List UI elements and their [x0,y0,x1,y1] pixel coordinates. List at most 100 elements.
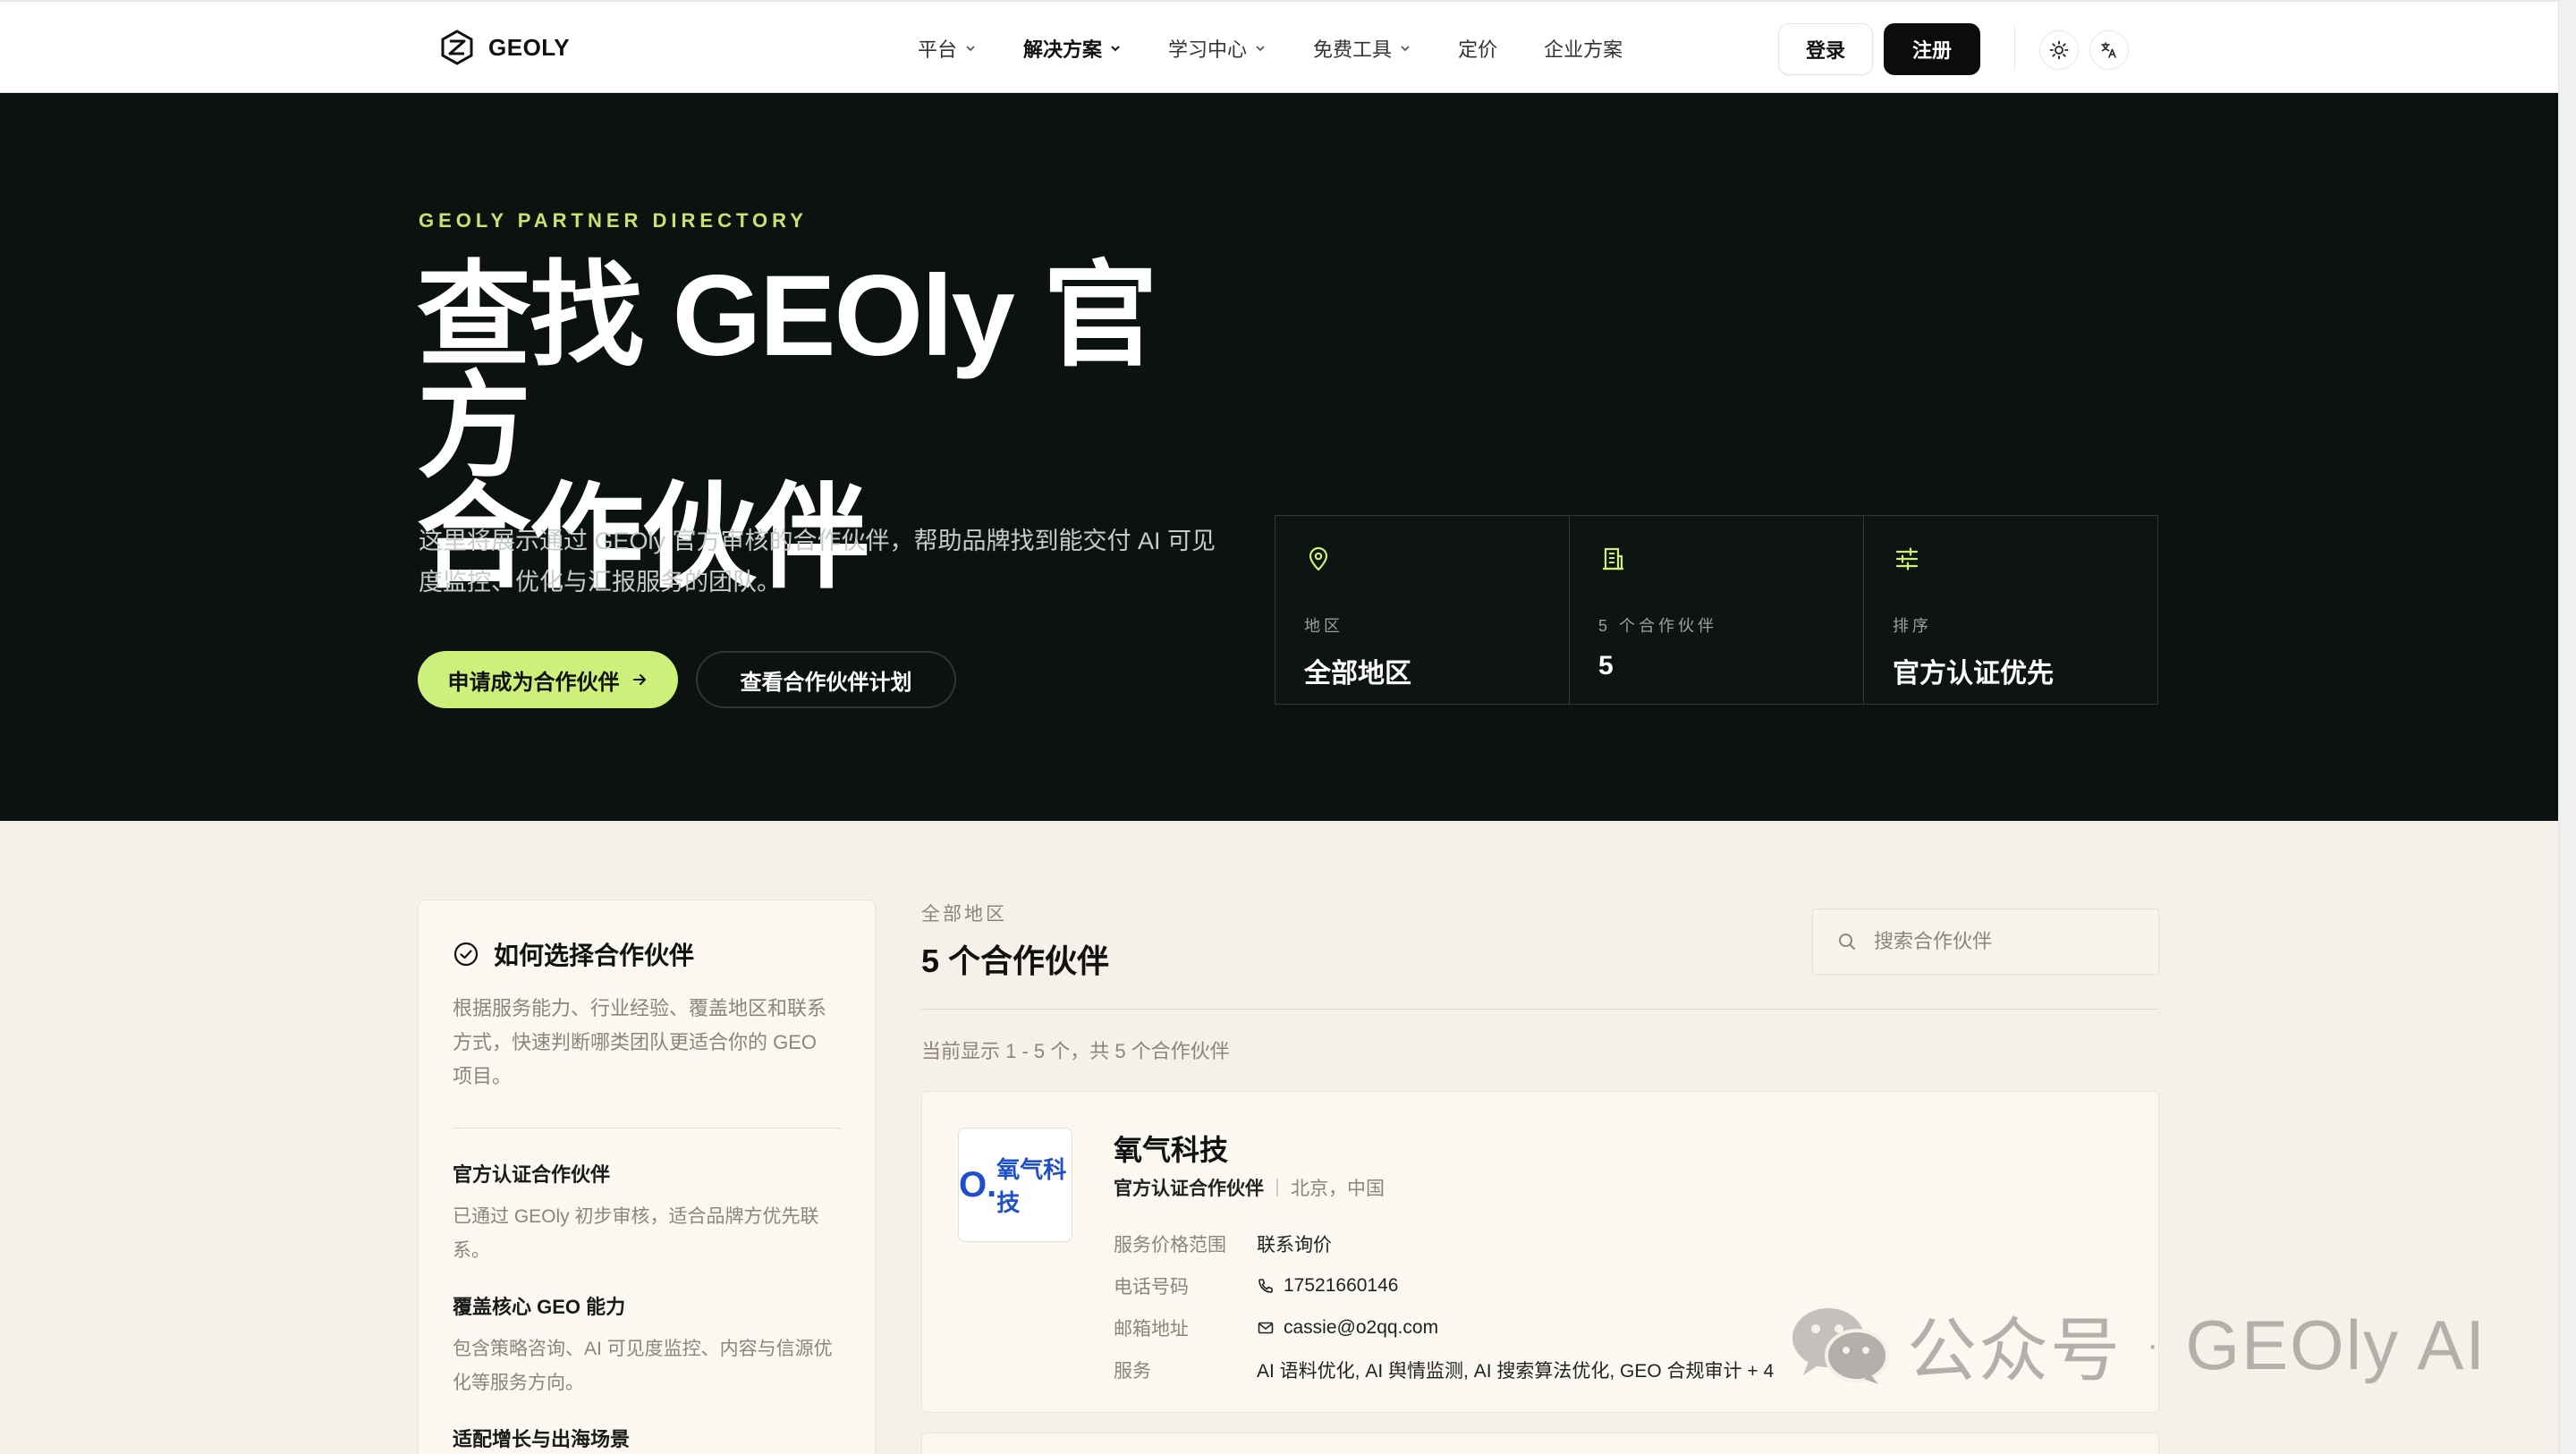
detail-key: 服务价格范围 [1114,1234,1226,1255]
partner-list-section: 全部地区 5 个合作伙伴 当前显示 1 - 5 个，共 5 个合作伙伴 O. 氧… [921,900,2159,1454]
meta-separator [1276,1179,1278,1196]
stat-partner-count: 5 个合作伙伴 5 [1570,516,1864,704]
nav-item-label: 解决方案 [1023,38,1103,61]
nav-item-platform[interactable]: 平台 [918,34,977,63]
nav-item-learning-center[interactable]: 学习中心 [1168,34,1267,63]
detail-row-email: 邮箱地址 cassie@o2qq.com [1114,1306,1774,1348]
list-divider [921,1009,2159,1010]
guide-section-title: 官方认证合作伙伴 [453,1163,611,1186]
logo-text: GEOLY [488,33,571,61]
phone-text: 17521660146 [1284,1274,1399,1296]
stat-label: 5 个合作伙伴 [1598,617,1718,635]
nav-item-label: 平台 [918,38,958,61]
map-pin-icon [1309,546,1328,571]
chevron-down-icon [1256,46,1265,52]
partner-logo: O. 氧气科技 [958,1128,1072,1242]
partner-meta: 官方认证合作伙伴 北京，中国 [1114,1174,1385,1201]
guide-heading: 如何选择合作伙伴 [453,936,841,972]
partner-search-input[interactable] [1874,930,2142,953]
top-navbar: GEOLY 平台 解决方案 学习中心 免费工具 定价 企业方案 登录 注册 [0,0,2558,93]
nav-item-enterprise[interactable]: 企业方案 [1544,34,1623,63]
apply-partner-label: 申请成为合作伙伴 [447,670,620,695]
page-scrollbar[interactable] [2558,0,2576,1454]
stat-sort[interactable]: 排序 官方认证优先 [1864,516,2157,704]
partner-logo-text: 氧气科技 [996,1156,1067,1216]
detail-value[interactable]: 17521660146 [1257,1275,1398,1297]
geoly-logo-icon [441,30,473,65]
chevron-down-icon [966,46,975,52]
hero-description: 这里将展示通过 GEOly 官方审核的合作伙伴，帮助品牌找到能交付 AI 可见度… [419,528,1216,596]
certification-badge: 官方认证合作伙伴 [1114,1179,1264,1199]
stat-value: 5 [1598,651,1614,681]
nav-divider [2014,27,2015,70]
stat-value: 官方认证优先 [1893,659,2054,689]
watermark-dot: · [2147,1324,2161,1365]
logo[interactable]: GEOLY [438,29,570,66]
watermark: 公众号 · GEOly AI [1789,1295,2487,1395]
detail-row-price: 服务价格范围 联系询价 [1114,1222,1774,1264]
detail-key: 电话号码 [1114,1276,1189,1298]
guide-intro: 根据服务能力、行业经验、覆盖地区和联系方式，快速判断哪类团队更适合你的 GEO … [453,997,827,1087]
nav-item-label: 企业方案 [1544,38,1623,61]
language-toggle-button[interactable] [2089,30,2129,70]
nav-item-label: 定价 [1458,38,1498,61]
check-circle-icon [453,942,479,967]
register-button[interactable]: 注册 [1884,23,1980,75]
partner-details: 服务价格范围 联系询价 电话号码 17521660146 邮箱地址 cassie… [1114,1222,1774,1391]
partner-card-next[interactable] [921,1433,2159,1454]
watermark-brand: GEOly AI [2185,1305,2487,1384]
detail-value: AI 语料优化, AI 舆情监测, AI 搜索算法优化, GEO 合规审计 + … [1257,1357,1774,1383]
detail-key: 邮箱地址 [1114,1318,1189,1340]
nav-item-free-tools[interactable]: 免费工具 [1313,34,1411,63]
guide-section-title: 覆盖核心 GEO 能力 [453,1296,626,1318]
watermark-account: 公众号 [1907,1311,2123,1390]
guide-heading-text: 如何选择合作伙伴 [494,942,695,969]
stat-label: 地区 [1304,617,1343,635]
selection-guide-panel: 如何选择合作伙伴 根据服务能力、行业经验、覆盖地区和联系方式，快速判断哪类团队更… [418,900,876,1454]
search-icon [1839,934,1855,950]
hero-stats-panel: 地区 全部地区 5 个合作伙伴 5 排序 官方认证优先 [1275,515,2158,705]
detail-row-phone: 电话号码 17521660146 [1114,1264,1774,1306]
hero-title-line-1: 查找 GEOly 官方 [417,252,1157,491]
detail-row-services: 服务 AI 语料优化, AI 舆情监测, AI 搜索算法优化, GEO 合规审计… [1114,1348,1774,1391]
detail-value: 联系询价 [1257,1230,1332,1257]
building-icon [1603,547,1623,571]
main-menu: 平台 解决方案 学习中心 免费工具 定价 企业方案 [918,34,1669,63]
chevron-down-icon [1401,46,1410,52]
guide-section-text: 包含策略咨询、AI 可见度监控、内容与信源优化等服务方向。 [453,1339,833,1393]
hero-eyebrow: GEOLY PARTNER DIRECTORY [419,209,808,232]
sun-icon [2049,40,2069,60]
price-text: 联系询价 [1257,1234,1332,1255]
partner-location: 北京，中国 [1291,1179,1385,1199]
partner-search-box[interactable] [1812,909,2159,975]
nav-item-solutions[interactable]: 解决方案 [1023,34,1122,63]
result-count-text: 当前显示 1 - 5 个，共 5 个合作伙伴 [921,1040,1230,1062]
arrow-right-icon [632,674,646,685]
translate-icon [2101,42,2116,58]
sliders-icon [1895,547,1919,571]
wechat-icon [1792,1308,1889,1384]
stat-label: 排序 [1893,617,1932,635]
stat-value: 全部地区 [1304,659,1411,689]
stat-region[interactable]: 地区 全部地区 [1275,516,1570,704]
detail-value[interactable]: cassie@o2qq.com [1257,1317,1438,1339]
services-text: AI 语料优化, AI 舆情监测, AI 搜索算法优化, GEO 合规审计 + … [1257,1360,1775,1382]
detail-key: 服务 [1114,1360,1151,1382]
chevron-down-icon [1111,46,1120,52]
theme-toggle-button[interactable] [2039,30,2079,70]
partner-name[interactable]: 氧气科技 [1114,1128,1228,1169]
email-text: cassie@o2qq.com [1284,1316,1439,1338]
hero-section: GEOLY PARTNER DIRECTORY 查找 GEOly 官方 合作伙伴… [0,93,2558,821]
guide-section-text: 已通过 GEOly 初步审核，适合品牌方优先联系。 [453,1206,819,1261]
nav-item-label: 免费工具 [1313,38,1393,61]
login-button[interactable]: 登录 [1778,23,1873,75]
guide-divider [453,1128,841,1129]
phone-icon [1258,1278,1273,1293]
mail-icon [1258,1322,1274,1333]
nav-item-label: 学习中心 [1168,38,1248,61]
partner-logo-mark: O. [959,1164,997,1205]
apply-partner-button[interactable]: 申请成为合作伙伴 [418,651,678,708]
guide-section-title: 适配增长与出海场景 [453,1428,631,1450]
nav-item-pricing[interactable]: 定价 [1458,34,1497,63]
view-partner-program-button[interactable]: 查看合作伙伴计划 [696,651,956,708]
